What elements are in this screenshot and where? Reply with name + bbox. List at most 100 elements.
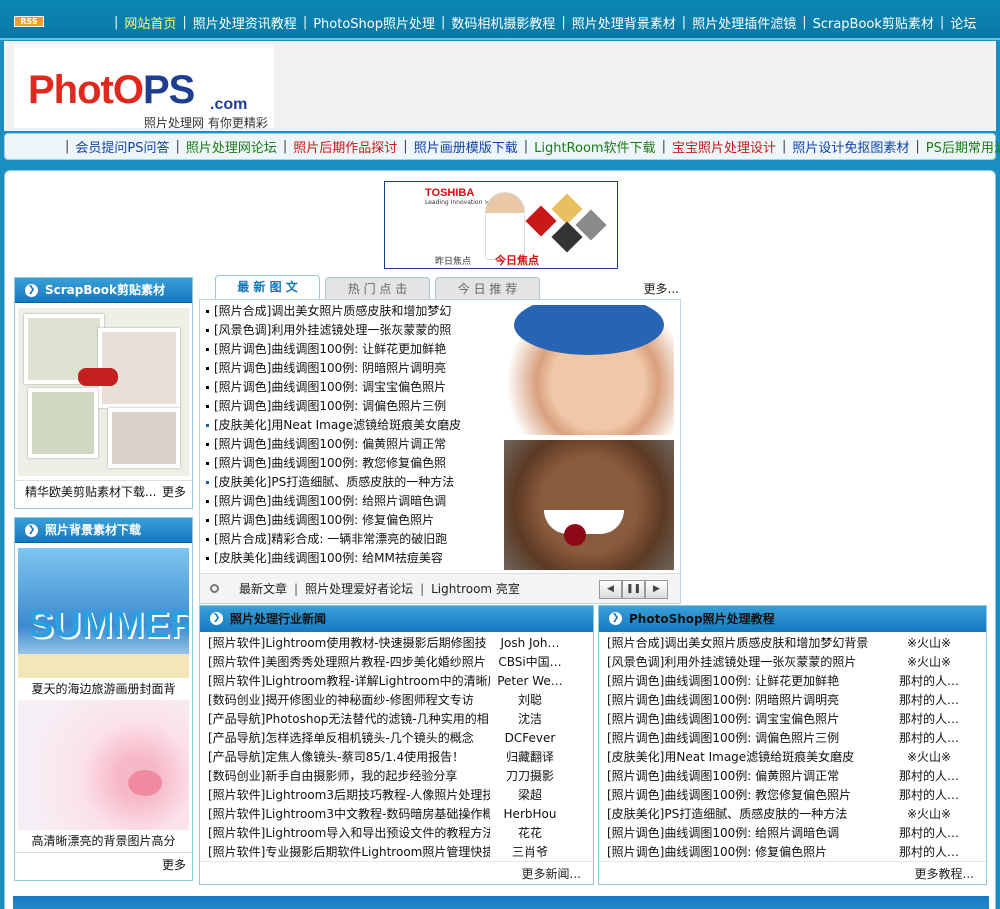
- list-item[interactable]: [照片调色]曲线调图100例: 偏黄照片调正常: [206, 435, 506, 454]
- table-row: [照片调色]曲线调图100例: 调偏色照片三例 那村的人…: [607, 731, 959, 745]
- arrow-right-icon: ❯: [25, 284, 38, 297]
- bg-caption-1[interactable]: 夏天的海边旅游画册封面背: [15, 678, 192, 700]
- table-row: [产品导航]定焦人像镜头-蔡司85/1.4使用报告！ 归藏翻译: [208, 750, 554, 764]
- list-item[interactable]: [照片调色]曲线调图100例: 给照片调暗色调: [206, 492, 506, 511]
- list-item[interactable]: [风景色调]利用外挂滤镜处理一张灰蒙蒙的照: [206, 321, 506, 340]
- slideshow-controls: ◀ ❚❚ ▶: [599, 580, 668, 599]
- table-row: [照片调色]曲线调图100例: 让鲜花更加鲜艳 那村的人…: [607, 674, 959, 688]
- subnav-templates[interactable]: 照片画册模版下载: [414, 137, 518, 156]
- tab-latest[interactable]: 最 新 图 文: [215, 275, 320, 299]
- article-tabs: 最 新 图 文 热 门 点 击 今 日 推 荐 更多...: [215, 275, 681, 299]
- pause-icon[interactable]: ❚❚: [622, 580, 645, 599]
- site-slogan: 照片处理网 有你更精彩: [144, 116, 268, 130]
- table-row: [数码创业]揭开修图业的神秘面纱-修图师程文专访 刘聪: [208, 693, 542, 707]
- rss-icon[interactable]: RSS: [14, 16, 44, 27]
- industry-news-box: ❯ 照片处理行业新闻 [照片软件]Lightroom使用教材-快速摄影后期修图技…: [199, 605, 594, 885]
- header: PhotOPS .com 照片处理网 有你更精彩: [4, 41, 996, 131]
- featured-photo-woman[interactable]: [504, 305, 674, 435]
- more-news-link[interactable]: 更多新闻...: [522, 865, 581, 882]
- backgrounds-box-header[interactable]: ❯ 照片背景素材下载: [15, 518, 192, 543]
- subnav-baby[interactable]: 宝宝照片处理设计: [672, 137, 776, 156]
- nav-photoshop[interactable]: PhotoShop照片处理: [313, 13, 435, 32]
- tabs-more-link[interactable]: 更多...: [644, 280, 679, 297]
- industry-news-header[interactable]: ❯ 照片处理行业新闻: [200, 606, 593, 632]
- latest-articles-list: [照片合成]调出美女照片质感皮肤和增加梦幻 [风景色调]利用外挂滤镜处理一张灰蒙…: [206, 302, 506, 568]
- nav-photo-news[interactable]: 照片处理资讯教程: [193, 13, 297, 32]
- footer-link-lightroom[interactable]: Lightroom 亮室: [431, 580, 520, 597]
- subnav-filters[interactable]: PS后期常用滤镜: [926, 137, 1000, 156]
- table-row: [照片软件]Lightroom教程-详解Lightroom中的清晰度 Peter …: [208, 674, 563, 688]
- photoshop-tutorials-list: [照片合成]调出美女照片质感皮肤和增加梦幻背景 ※火山※ [风景色调]利用外挂滤镜…: [599, 632, 986, 862]
- table-row: [皮肤美化]PS打造细腻、质感皮肤的一种方法 ※火山※: [607, 807, 952, 821]
- subnav-works[interactable]: 照片后期作品探讨: [293, 137, 397, 156]
- footer-link-latest[interactable]: 最新文章: [239, 580, 287, 597]
- scrapbook-box-header[interactable]: ❯ ScrapBook剪贴素材: [15, 278, 192, 303]
- secondary-nav: | 会员提问PS问答 | 照片处理网论坛 | 照片后期作品探讨 | 照片画册模版…: [4, 133, 1000, 160]
- featured-photo-cherry[interactable]: [504, 440, 674, 570]
- subnav-forum[interactable]: 照片处理网论坛: [186, 137, 277, 156]
- photoshop-tutorials-box: ❯ PhotoShop照片处理教程 [照片合成]调出美女照片质感皮肤和增加梦幻背…: [598, 605, 987, 885]
- backgrounds-box: ❯ 照片背景素材下载 SUMMER 夏天的海边旅游画册封面背 高清晰漂亮的背景图…: [14, 517, 193, 881]
- table-row: [照片合成]调出美女照片质感皮肤和增加梦幻背景 ※火山※: [607, 636, 952, 650]
- list-item[interactable]: [照片调色]曲线调图100例: 修复偏色照片: [206, 511, 506, 530]
- footer-link-forum[interactable]: 照片处理爱好者论坛: [305, 580, 413, 597]
- table-row: [照片软件]Lightroom3后期技巧教程-人像照片处理技 梁超: [208, 788, 542, 802]
- arrow-right-icon: ❯: [609, 612, 622, 625]
- tab-popular[interactable]: 热 门 点 击: [325, 277, 430, 299]
- tab-footer: 最新文章 | 照片处理爱好者论坛 | Lightroom 亮室 ◀ ❚❚ ▶: [200, 573, 680, 603]
- table-row: [照片调色]曲线调图100例: 偏黄照片调正常 那村的人…: [607, 769, 959, 783]
- table-row: [照片调色]曲线调图100例: 修复偏色照片 那村的人…: [607, 845, 959, 859]
- scrapbook-box: ❯ ScrapBook剪贴素材 精华欧美剪贴素材下载... 更多: [14, 277, 193, 509]
- subnav-member-qa[interactable]: 会员提问PS问答: [75, 137, 169, 156]
- list-item[interactable]: [照片合成]精彩合成: 一辆非常漂亮的破旧跑: [206, 530, 506, 549]
- nav-backgrounds[interactable]: 照片处理背景素材: [572, 13, 676, 32]
- photoshop-tutorials-header[interactable]: ❯ PhotoShop照片处理教程: [599, 606, 986, 632]
- table-row: [产品导航]怎样选择单反相机镜头-几个镜头的概念 DCFever: [208, 731, 556, 745]
- subnav-lightroom[interactable]: LightRoom软件下载: [534, 137, 655, 156]
- ad-person-image: [485, 192, 525, 260]
- list-item[interactable]: [照片调色]曲线调图100例: 调偏色照片三例: [206, 397, 506, 416]
- tab-recommended[interactable]: 今 日 推 荐: [435, 277, 540, 299]
- nav-scrapbook[interactable]: ScrapBook剪贴素材: [813, 13, 934, 32]
- pink-background-thumbnail[interactable]: [18, 700, 189, 830]
- footer-bar: [13, 896, 989, 909]
- backgrounds-more-link[interactable]: 更多: [162, 856, 186, 873]
- table-row: [照片调色]曲线调图100例: 调宝宝偏色照片 那村的人…: [607, 712, 959, 726]
- next-icon[interactable]: ▶: [645, 580, 668, 599]
- bg-caption-2[interactable]: 高清晰漂亮的背景图片高分: [15, 830, 192, 852]
- nav-camera[interactable]: 数码相机摄影教程: [451, 13, 555, 32]
- scrapbook-more-link[interactable]: 更多: [162, 481, 186, 503]
- scrapbook-caption-link[interactable]: 精华欧美剪贴素材下载...: [25, 485, 156, 499]
- table-row: [照片软件]Lightroom3中文教程-数码暗房基础操作概 HerbHou: [208, 807, 557, 821]
- table-row: [产品导航]Photoshop无法替代的滤镜-几种实用的相 沈洁: [208, 712, 542, 726]
- list-item[interactable]: [皮肤美化]用Neat Image滤镜给斑痕美女磨皮: [206, 416, 506, 435]
- list-item[interactable]: [皮肤美化]PS打造细腻、质感皮肤的一种方法: [206, 473, 506, 492]
- scrapbook-thumbnail[interactable]: [18, 308, 189, 476]
- prev-icon[interactable]: ◀: [599, 580, 622, 599]
- table-row: [皮肤美化]用Neat Image滤镜给斑痕美女磨皮 ※火山※: [607, 750, 952, 764]
- nav-home[interactable]: 网站首页: [124, 13, 176, 32]
- nav-forum[interactable]: 论坛: [950, 13, 976, 32]
- list-item[interactable]: [照片调色]曲线调图100例: 阴暗照片调明亮: [206, 359, 506, 378]
- table-row: [照片调色]曲线调图100例: 阴暗照片调明亮 那村的人…: [607, 693, 959, 707]
- nav-plugins[interactable]: 照片处理插件滤镜: [692, 13, 796, 32]
- ad-product-image: [525, 190, 610, 253]
- list-item[interactable]: [照片合成]调出美女照片质感皮肤和增加梦幻: [206, 302, 506, 321]
- top-nav: | 网站首页 | 照片处理资讯教程 | PhotoShop照片处理 | 数码相机…: [114, 13, 977, 32]
- table-row: [照片软件]美图秀秀处理照片教程-四步美化婚纱照片 CBSi中国…: [208, 655, 562, 669]
- ad-banner[interactable]: TOSHIBA Leading Innovation >>> 昨日焦点 今日焦点: [384, 181, 618, 269]
- summer-background-thumbnail[interactable]: SUMMER: [18, 548, 189, 678]
- subnav-cutout[interactable]: 照片设计免抠图素材: [792, 137, 909, 156]
- list-item[interactable]: [照片调色]曲线调图100例: 让鲜花更加鲜艳: [206, 340, 506, 359]
- list-item[interactable]: [皮肤美化]曲线调图100例: 给MM祛痘美容: [206, 549, 506, 568]
- table-row: [照片软件]专业摄影后期软件Lightroom照片管理快捷 三肖爷: [208, 845, 548, 859]
- site-logo[interactable]: PhotOPS .com 照片处理网 有你更精彩: [14, 44, 274, 130]
- table-row: [数码创业]新手自由摄影师，我的起步经验分享 刀刀摄影: [208, 769, 554, 783]
- more-tutorials-link[interactable]: 更多教程...: [915, 865, 974, 882]
- latest-articles-panel: [照片合成]调出美女照片质感皮肤和增加梦幻 [风景色调]利用外挂滤镜处理一张灰蒙…: [199, 299, 681, 604]
- list-item[interactable]: [照片调色]曲线调图100例: 调宝宝偏色照片: [206, 378, 506, 397]
- bullet-icon: [210, 584, 219, 593]
- list-item[interactable]: [照片调色]曲线调图100例: 教您修复偏色照: [206, 454, 506, 473]
- arrow-right-icon: ❯: [25, 524, 38, 537]
- main-content: TOSHIBA Leading Innovation >>> 昨日焦点 今日焦点…: [4, 170, 996, 909]
